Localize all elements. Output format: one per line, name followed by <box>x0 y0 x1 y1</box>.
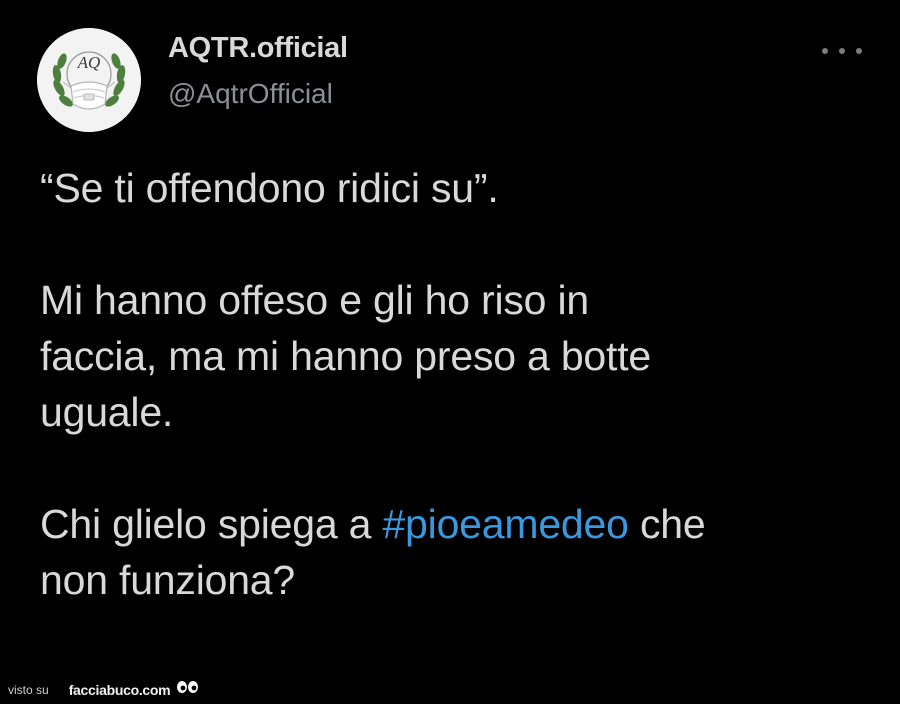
tweet-paragraph-3: Chi glielo spiega a #pioeamedeo che non … <box>40 496 880 608</box>
watermark-prefix: visto su <box>8 683 49 697</box>
tweet-text-segment: che <box>628 501 706 547</box>
aqtr-logo-icon: AQ <box>37 28 141 132</box>
tweet-line: uguale. <box>40 389 174 435</box>
dot-icon <box>856 48 862 54</box>
tweet-line: Mi hanno offeso e gli ho riso in <box>40 277 589 323</box>
author-handle[interactable]: @AqtrOfficial <box>168 78 333 110</box>
tweet-text-segment: Chi glielo spiega a <box>40 501 383 547</box>
avatar-lettering: AQ <box>77 53 101 72</box>
author-name[interactable]: AQTR.official <box>168 32 348 65</box>
tweet-paragraph-2: Mi hanno offeso e gli ho riso in faccia,… <box>40 272 880 440</box>
tweet-card: AQ AQTR.official @AqtrOfficial “Se ti of… <box>0 0 900 704</box>
ellipsis-horizontal-icon[interactable] <box>822 38 862 64</box>
eyes-icon <box>176 680 200 701</box>
tweet-line: faccia, ma mi hanno preso a botte <box>40 333 652 379</box>
dot-icon <box>839 48 845 54</box>
tweet-line: non funziona? <box>40 557 296 603</box>
watermark: visto su facciabuco.com <box>8 678 200 702</box>
tweet-paragraph-1: “Se ti offendono ridici su”. <box>40 160 880 216</box>
avatar[interactable]: AQ <box>37 28 141 132</box>
dot-icon <box>822 48 828 54</box>
tweet-line: “Se ti offendono ridici su”. <box>40 165 499 211</box>
hashtag-link[interactable]: #pioeamedeo <box>382 501 628 547</box>
watermark-site: facciabuco.com <box>68 682 171 698</box>
tweet-text: “Se ti offendono ridici su”. Mi hanno of… <box>40 160 880 608</box>
